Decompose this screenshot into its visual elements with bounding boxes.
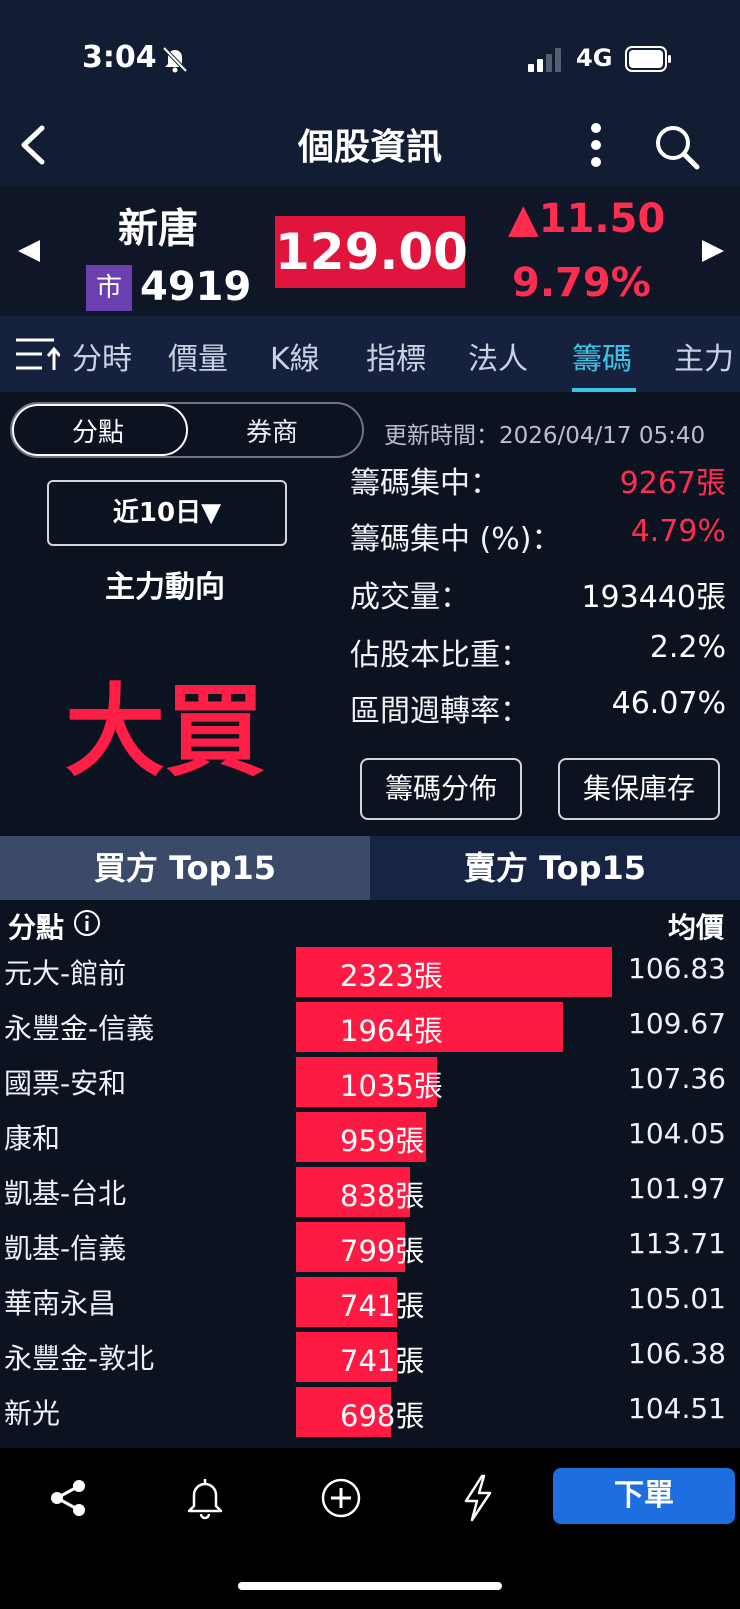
avg-price: 113.71 xyxy=(628,1227,726,1260)
stat-label: 成交量： xyxy=(350,580,470,615)
stat-value: 46.07% xyxy=(611,686,726,721)
active-tab-indicator xyxy=(572,388,636,392)
avg-price: 106.83 xyxy=(628,952,726,985)
column-header-avg-price: 均價 xyxy=(667,911,724,944)
tab-menu-icon[interactable] xyxy=(14,334,60,374)
volume-value: 838張 xyxy=(340,1179,425,1213)
chip-distribution-button[interactable]: 籌碼分佈 xyxy=(360,758,522,820)
branch-name: 永豐金-信義 xyxy=(4,1012,155,1045)
stat-label: 區間週轉率： xyxy=(350,694,530,729)
volume-value: 1035張 xyxy=(340,1069,443,1103)
more-icon[interactable] xyxy=(578,122,614,168)
avg-price: 104.05 xyxy=(628,1117,726,1150)
table-row[interactable]: 永豐金-信義 1964張 109.67 xyxy=(0,999,740,1054)
market-badge: 市 xyxy=(86,265,132,311)
volume-value: 2323張 xyxy=(340,959,443,993)
stat-label: 佔股本比重： xyxy=(350,638,530,673)
bell-off-icon xyxy=(162,46,188,73)
stock-code: 4919 xyxy=(140,264,252,310)
tab-price-volume[interactable]: 價量 xyxy=(168,334,228,378)
share-icon[interactable] xyxy=(48,1478,88,1518)
tab-indicators[interactable]: 指標 xyxy=(366,334,426,378)
price-change: ▲11.50 xyxy=(508,196,666,242)
add-icon[interactable] xyxy=(320,1477,362,1519)
order-button[interactable]: 下單 xyxy=(553,1468,735,1524)
volume-value: 741張 xyxy=(340,1344,425,1378)
avg-price: 106.38 xyxy=(628,1337,726,1370)
tab-institutional[interactable]: 法人 xyxy=(468,334,528,378)
info-icon[interactable] xyxy=(72,908,102,938)
table-row[interactable]: 國票-安和 1035張 107.36 xyxy=(0,1054,740,1109)
update-time: 更新時間：2026/04/17 05:40 xyxy=(384,423,706,449)
table-row[interactable]: 元大-館前 2323張 106.83 xyxy=(0,944,740,999)
segment-broker[interactable]: 券商 xyxy=(186,412,358,449)
bell-icon[interactable] xyxy=(184,1476,226,1520)
branch-name: 康和 xyxy=(4,1122,61,1155)
page-title: 個股資訊 xyxy=(297,127,442,168)
volume-value: 1964張 xyxy=(340,1014,443,1048)
stat-value: 9267張 xyxy=(619,466,726,501)
main-force-direction-label: 主力動向 xyxy=(105,570,225,605)
main-force-direction-value: 大買 xyxy=(65,673,265,790)
branch-name: 元大-館前 xyxy=(4,957,127,990)
tdcc-holdings-button[interactable]: 集保庫存 xyxy=(558,758,720,820)
table-row[interactable]: 康和 959張 104.05 xyxy=(0,1109,740,1164)
next-arrow-icon[interactable] xyxy=(698,236,728,266)
network-type: 4G xyxy=(576,44,613,72)
branch-name: 凱基-台北 xyxy=(4,1177,127,1210)
tab-intraday[interactable]: 分時 xyxy=(72,334,132,378)
table-row[interactable]: 華南永昌 741張 105.01 xyxy=(0,1274,740,1329)
segment-branch[interactable]: 分點 xyxy=(12,412,184,449)
range-dropdown[interactable]: 近10日▼ xyxy=(47,480,287,546)
battery-icon xyxy=(625,46,671,72)
stat-value: 2.2% xyxy=(649,630,726,665)
tab-kline[interactable]: K線 xyxy=(270,334,320,378)
stat-value: 4.79% xyxy=(630,514,726,549)
volume-value: 741張 xyxy=(340,1289,425,1323)
table-row[interactable]: 永豐金-敦北 741張 106.38 xyxy=(0,1329,740,1384)
volume-value: 959張 xyxy=(340,1124,425,1158)
tab-seller-top15[interactable]: 賣方 Top15 xyxy=(370,836,740,900)
broker-table: 元大-館前 2323張 106.83 永豐金-信義 1964張 109.67 國… xyxy=(0,944,740,1439)
stat-label: 籌碼集中 (%)： xyxy=(350,522,562,557)
search-icon[interactable] xyxy=(652,122,702,172)
avg-price: 101.97 xyxy=(628,1172,726,1205)
tab-main-force[interactable]: 主力 xyxy=(674,334,734,378)
branch-name: 新光 xyxy=(4,1397,61,1430)
status-time: 3:04 xyxy=(82,40,157,75)
branch-name: 永豐金-敦北 xyxy=(4,1342,155,1375)
avg-price: 109.67 xyxy=(628,1007,726,1040)
column-header-branch: 分點 xyxy=(8,911,65,944)
flash-icon[interactable] xyxy=(460,1474,496,1522)
avg-price: 105.01 xyxy=(628,1282,726,1315)
avg-price: 107.36 xyxy=(628,1062,726,1095)
stat-value: 193440張 xyxy=(581,580,726,615)
stock-price: 129.00 xyxy=(275,223,468,281)
volume-value: 799張 xyxy=(340,1234,425,1268)
volume-value: 698張 xyxy=(340,1399,425,1433)
price-change-percent: 9.79% xyxy=(512,260,651,306)
branch-name: 國票-安和 xyxy=(4,1067,127,1100)
home-indicator xyxy=(238,1582,502,1590)
signal-icon xyxy=(528,48,561,72)
branch-name: 凱基-信義 xyxy=(4,1232,127,1265)
stat-label: 籌碼集中： xyxy=(350,466,500,501)
stock-name: 新唐 xyxy=(118,206,198,252)
branch-name: 華南永昌 xyxy=(4,1287,117,1320)
avg-price: 104.51 xyxy=(628,1392,726,1425)
prev-arrow-icon[interactable] xyxy=(14,236,44,266)
tab-buyer-top15[interactable]: 買方 Top15 xyxy=(0,836,370,900)
table-row[interactable]: 凱基-台北 838張 101.97 xyxy=(0,1164,740,1219)
table-row[interactable]: 新光 698張 104.51 xyxy=(0,1384,740,1439)
tab-chips[interactable]: 籌碼 xyxy=(572,334,632,378)
table-row[interactable]: 凱基-信義 799張 113.71 xyxy=(0,1219,740,1274)
